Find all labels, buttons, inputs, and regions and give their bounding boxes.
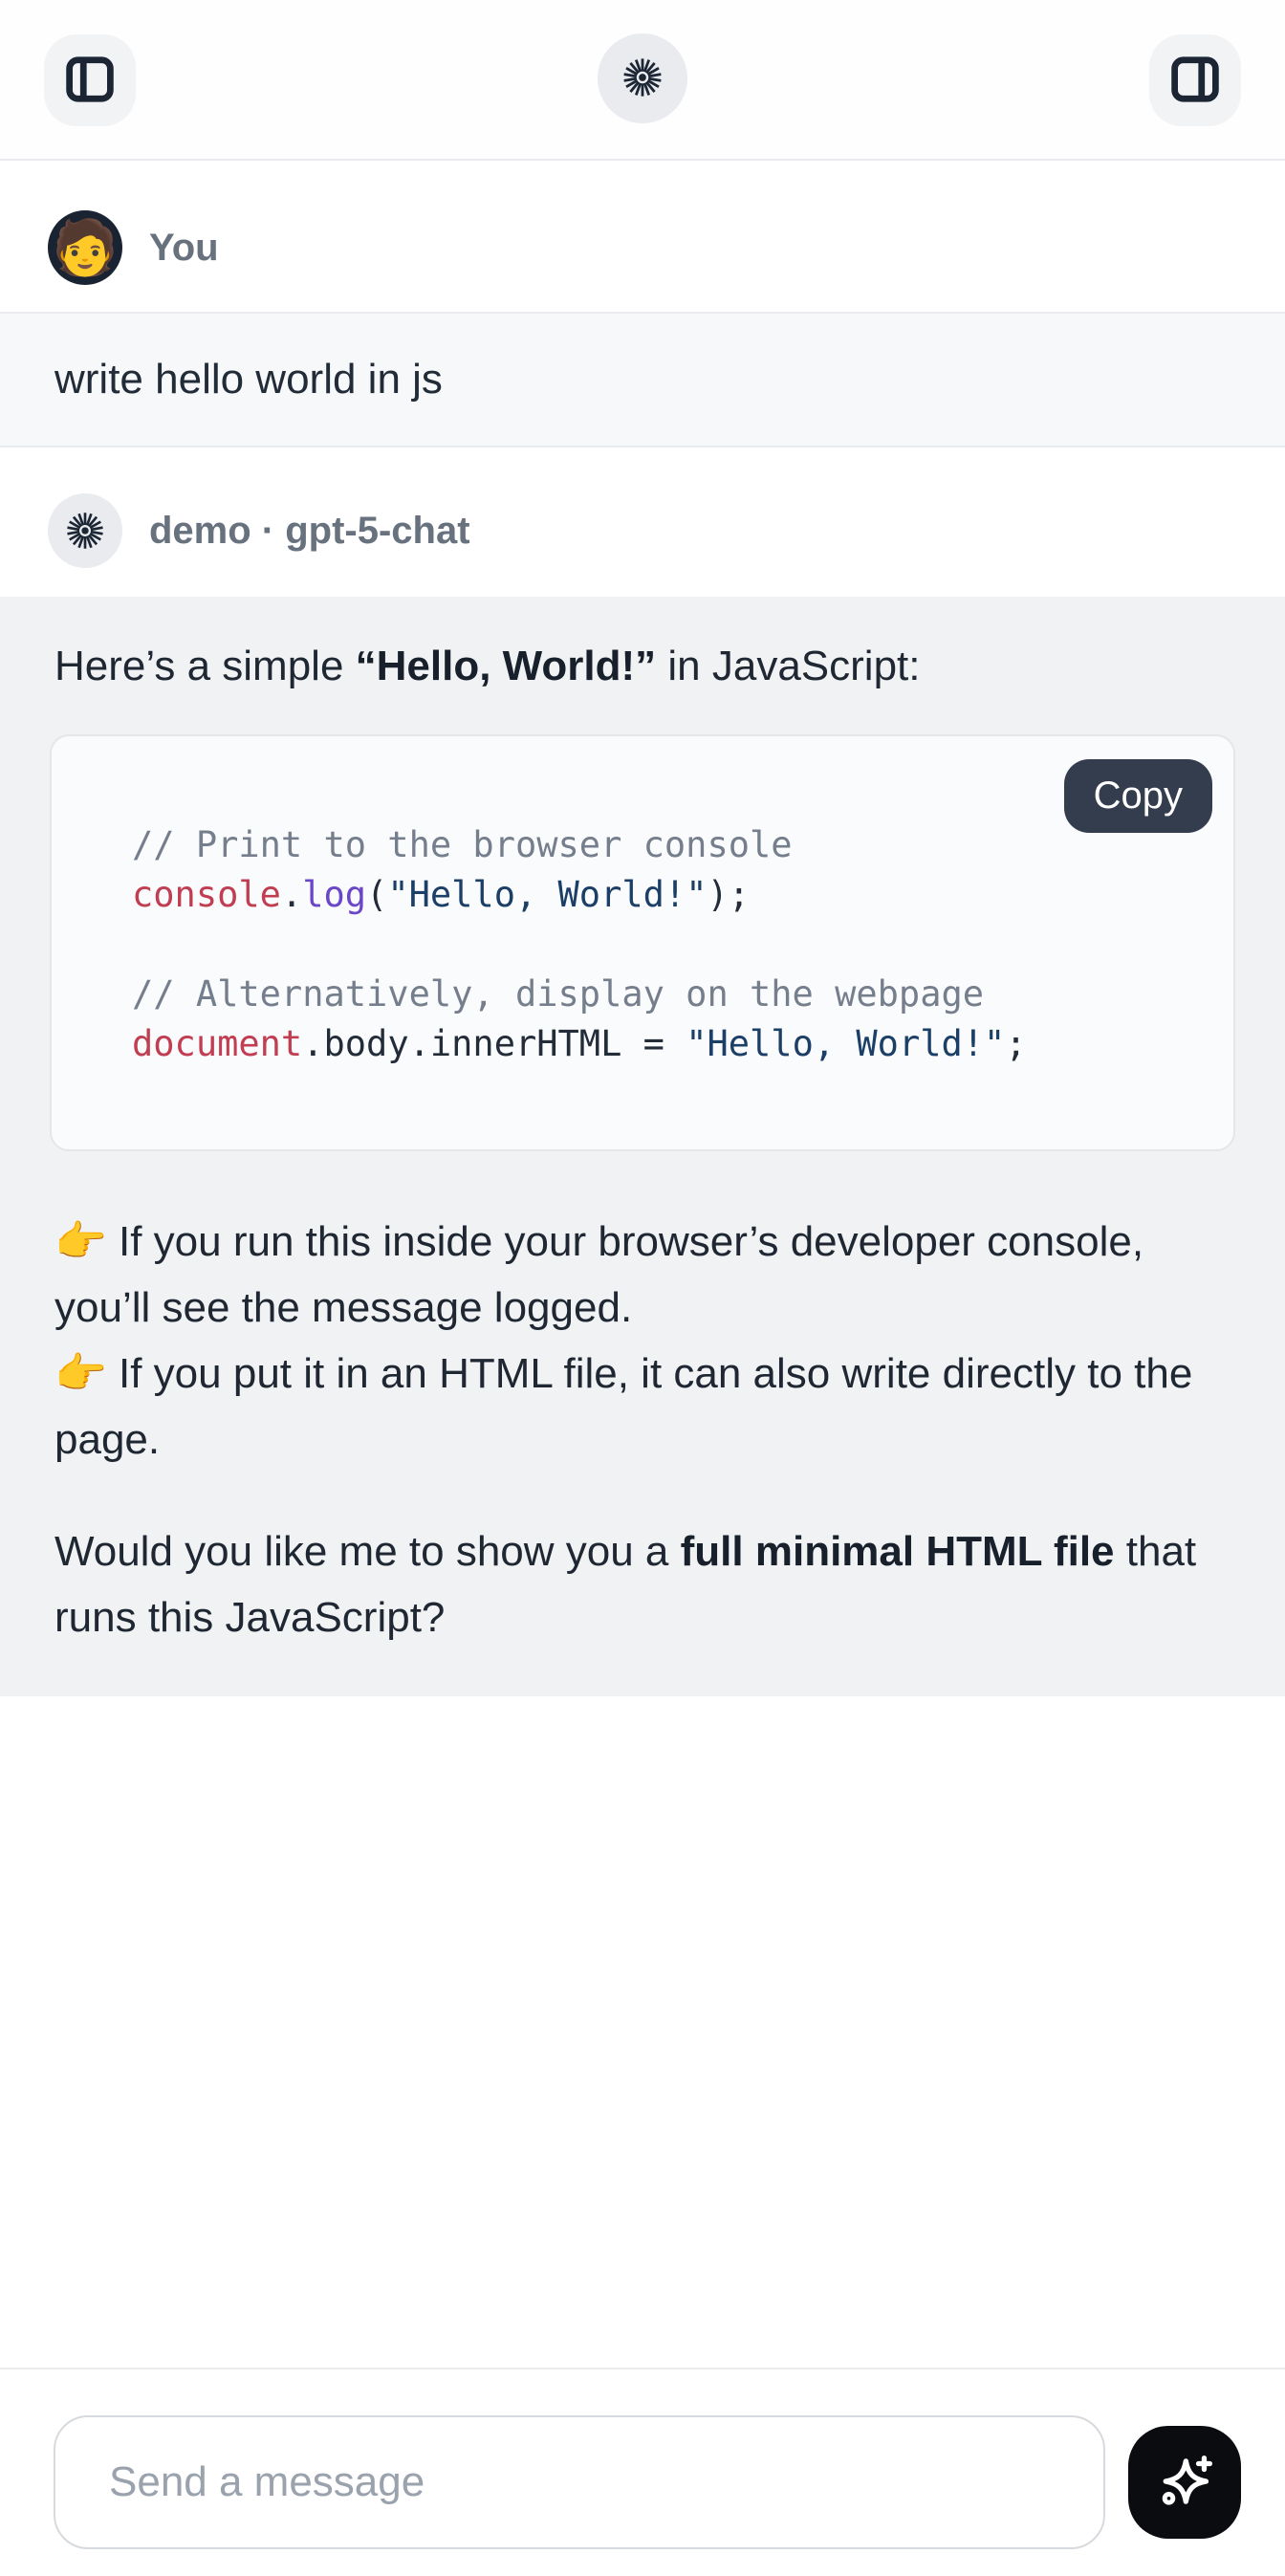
assistant-intro-paragraph: Here’s a simple “Hello, World!” in JavaS… <box>50 635 1235 698</box>
assistant-tips-paragraph: 👉 If you run this inside your browser’s … <box>50 1209 1235 1473</box>
user-avatar: 🧑 <box>48 210 122 285</box>
assistant-avatar <box>48 493 122 568</box>
user-sender-row: 🧑 You <box>0 161 1285 312</box>
person-emoji: 🧑 <box>52 221 119 274</box>
code-line: document.body.innerHTML = "Hello, World!… <box>132 1019 1195 1069</box>
code-line: // Alternatively, display on the webpage <box>132 970 1195 1019</box>
sparkle-icon <box>1153 2450 1216 2516</box>
assistant-sender-row: demo · gpt-5-chat <box>0 448 1285 597</box>
code-content: // Print to the browser consoleconsole.l… <box>132 820 1195 1069</box>
empty-scroll-area <box>0 1696 1285 2368</box>
app-header <box>0 0 1285 161</box>
user-message-text: write hello world in js <box>54 356 443 404</box>
copy-button[interactable]: Copy <box>1064 759 1212 833</box>
sidebar-toggle-button[interactable] <box>44 34 136 126</box>
code-line: console.log("Hello, World!"); <box>132 870 1195 920</box>
composer-bar <box>0 2368 1285 2576</box>
user-message-band: write hello world in js <box>0 312 1285 448</box>
assistant-question-paragraph: Would you like me to show you a full min… <box>50 1518 1235 1650</box>
right-panel-toggle-button[interactable] <box>1149 34 1241 126</box>
user-message: 🧑 You write hello world in js <box>0 161 1285 448</box>
send-button[interactable] <box>1128 2426 1241 2539</box>
model-status-button[interactable] <box>598 33 687 123</box>
panel-left-icon <box>64 54 116 108</box>
starburst-icon <box>621 55 664 102</box>
code-block: Copy // Print to the browser consolecons… <box>50 734 1235 1151</box>
assistant-sender-name: demo · gpt-5-chat <box>149 510 470 553</box>
user-sender-name: You <box>149 227 219 270</box>
assistant-message: demo · gpt-5-chat Here’s a simple “Hello… <box>0 448 1285 1696</box>
code-line <box>132 920 1195 970</box>
panel-right-icon <box>1169 54 1221 108</box>
code-line: // Print to the browser console <box>132 820 1195 870</box>
message-input[interactable] <box>54 2415 1105 2549</box>
assistant-message-body: Here’s a simple “Hello, World!” in JavaS… <box>0 597 1285 1696</box>
starburst-icon <box>64 510 106 552</box>
